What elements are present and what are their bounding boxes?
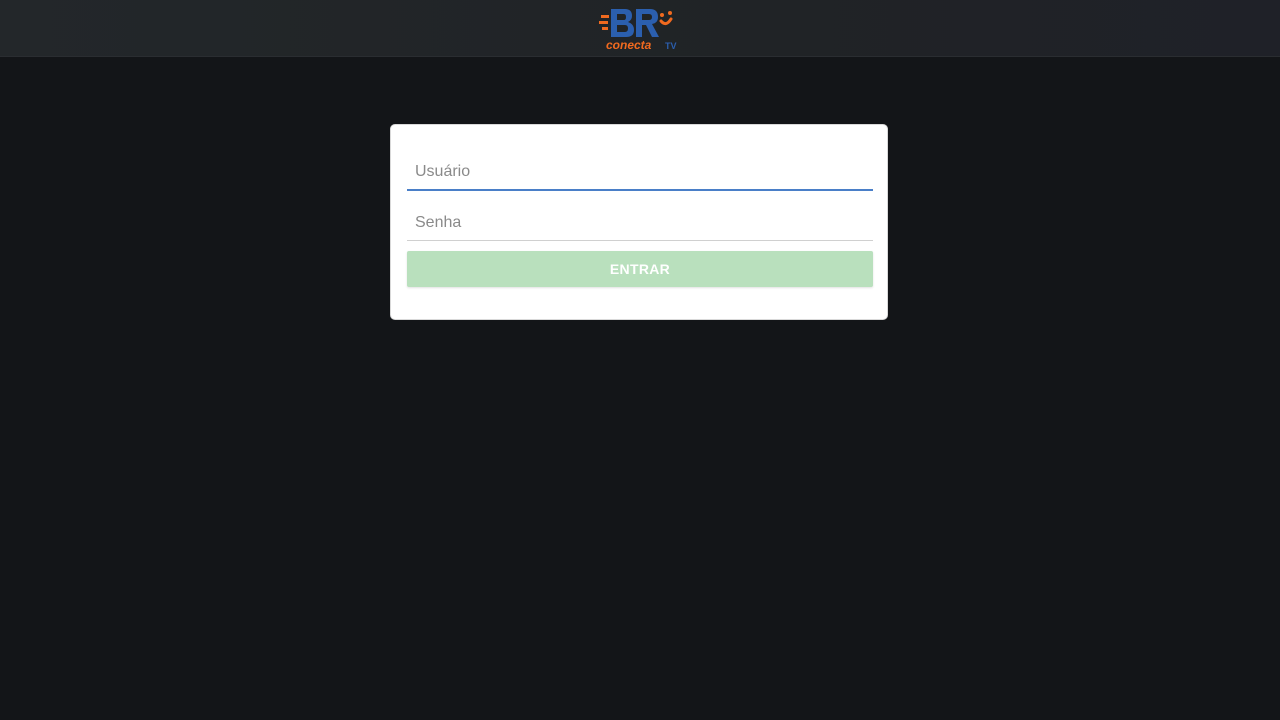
top-bar: conecta TV	[0, 0, 1280, 56]
brand-logo-subtext: conecta	[606, 38, 652, 52]
password-input[interactable]	[407, 205, 873, 240]
username-field-wrapper	[407, 155, 873, 191]
brand-logo-tv: TV	[665, 41, 677, 51]
login-button[interactable]: ENTRAR	[407, 251, 873, 287]
brand-logo-icon: conecta TV	[599, 9, 677, 52]
brand-logo[interactable]: conecta TV	[599, 5, 683, 53]
login-card: ENTRAR	[390, 124, 888, 320]
username-input[interactable]	[407, 155, 873, 189]
password-field-wrapper	[407, 205, 873, 241]
